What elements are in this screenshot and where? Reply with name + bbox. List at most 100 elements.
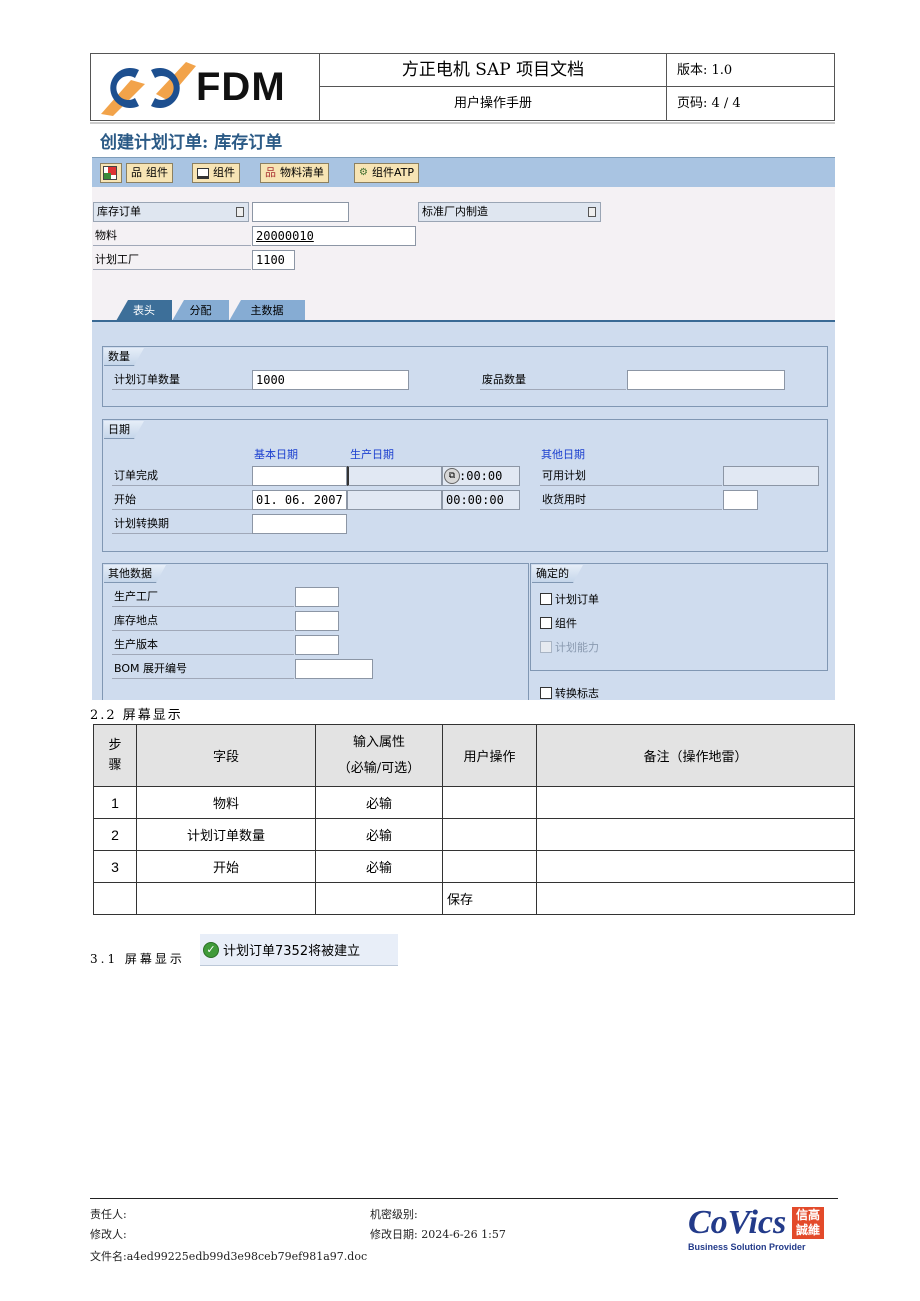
firmed-components-checkbox[interactable]: 组件 xyxy=(540,615,577,631)
toolbar-button-popup[interactable] xyxy=(100,163,122,183)
fdm-logo-text: FDM xyxy=(196,65,286,109)
toolbar-button-component-atp[interactable]: ⚙ 组件ATP xyxy=(354,163,419,183)
gr-time-input[interactable] xyxy=(723,490,758,510)
firmed-capacity-checkbox: 计划能力 xyxy=(540,639,599,655)
section-2-2-title: 2.2 屏幕显示 xyxy=(90,708,183,723)
checkbox-box[interactable] xyxy=(540,593,552,605)
cell-field xyxy=(136,882,316,915)
cell-step: 1 xyxy=(93,786,137,819)
table-header-row: 步骤 字段 输入属性 （必输/可选） 用户操作 备注（操作地雷） xyxy=(93,724,855,787)
dropdown-icon xyxy=(236,207,244,217)
firmed-planned-order-checkbox[interactable]: 计划订单 xyxy=(540,591,599,607)
covics-tagline: Business Solution Provider xyxy=(688,1242,806,1252)
production-plant-label: 生产工厂 xyxy=(112,587,294,607)
cell-field: 物料 xyxy=(136,786,316,819)
checkbox-box[interactable] xyxy=(540,617,552,629)
start-production-input[interactable] xyxy=(347,490,442,510)
order-type-label: 库存订单 xyxy=(97,205,141,218)
material-label: 物料 xyxy=(93,226,251,246)
covics-logo: CoVics 信高 誠維 Business Solution Provider xyxy=(688,1205,828,1260)
other-data-group-title: 其他数据 xyxy=(104,565,166,583)
production-version-input[interactable] xyxy=(295,635,339,655)
header-divider xyxy=(90,122,835,124)
footer-modified-date: 修改日期: 2024-6-26 1:57 xyxy=(370,1228,506,1241)
order-finish-time-input[interactable]: ⧉ :00:00 xyxy=(442,466,520,486)
plant-label: 计划工厂 xyxy=(93,250,251,270)
footer-confidentiality: 机密级别: xyxy=(370,1208,418,1221)
fdm-logo: FDM xyxy=(91,54,320,120)
storage-location-input[interactable] xyxy=(295,611,339,631)
order-finish-time-value: :00:00 xyxy=(459,469,503,483)
order-quantity-input[interactable]: 1000 xyxy=(252,370,409,390)
table-row: 1 物料 必输 xyxy=(93,786,855,819)
cell-step xyxy=(93,882,137,915)
success-check-icon: ✓ xyxy=(203,941,219,958)
toolbar-button-label: 组件 xyxy=(213,166,235,179)
cell-action: 保存 xyxy=(442,882,537,915)
conversion-date-label: 计划转换期 xyxy=(112,514,252,534)
footer-modifier: 修改人: xyxy=(90,1228,127,1241)
header-remarks: 备注（操作地雷） xyxy=(536,724,855,787)
gr-time-label: 收货用时 xyxy=(540,490,722,510)
firmed-group-title: 确定的 xyxy=(532,565,583,583)
header-field: 字段 xyxy=(136,724,316,787)
doc-subtitle: 用户操作手册 xyxy=(320,87,667,120)
cell-remarks xyxy=(536,818,855,851)
toolbar-button-components[interactable]: 品 组件 xyxy=(126,163,173,183)
conversion-flag-checkbox[interactable]: 转换标志 xyxy=(540,685,599,701)
checkbox-label: 计划订单 xyxy=(555,593,599,606)
page-number: 页码: 4 / 4 xyxy=(677,96,741,111)
footer-responsible: 责任人: xyxy=(90,1208,127,1221)
status-message: 计划订单7352将被建立 xyxy=(223,944,361,959)
order-finish-production-input[interactable] xyxy=(347,466,442,486)
toolbar-button-print-components[interactable]: 组件 xyxy=(192,163,240,183)
production-plant-input[interactable] xyxy=(295,587,339,607)
order-type-dropdown[interactable]: 库存订单 xyxy=(93,202,249,222)
checkbox-box xyxy=(540,641,552,653)
cell-action xyxy=(442,850,537,883)
tab-master-data[interactable]: 主数据 xyxy=(229,300,305,321)
hierarchy-icon: 品 xyxy=(131,166,142,179)
document-header: FDM 方正电机 SAP 项目文档 用户操作手册 版本: 1.0 页码: 4 /… xyxy=(90,53,835,121)
cell-attribute: 必输 xyxy=(315,818,443,851)
cell-field: 计划订单数量 xyxy=(136,818,316,851)
scrap-quantity-input[interactable] xyxy=(627,370,785,390)
conversion-date-input[interactable] xyxy=(252,514,347,534)
covics-seal-icon: 信高 誠維 xyxy=(792,1207,824,1239)
table-row: 3 开始 必输 xyxy=(93,850,855,883)
checkbox-box[interactable] xyxy=(540,687,552,699)
checkbox-label: 组件 xyxy=(555,617,577,630)
cell-action xyxy=(442,786,537,819)
procurement-type-label: 标准厂内制造 xyxy=(422,205,488,218)
toolbar-button-bom[interactable]: 品 物料清单 xyxy=(260,163,329,183)
material-input[interactable]: 20000010 xyxy=(252,226,416,246)
quantity-group-title: 数量 xyxy=(104,348,144,366)
toolbar-button-label: 组件ATP xyxy=(371,166,414,179)
printer-icon xyxy=(197,167,209,179)
order-number-input[interactable] xyxy=(252,202,349,222)
cell-attribute: 必输 xyxy=(315,850,443,883)
document-popup-icon xyxy=(103,166,117,180)
start-basic-input[interactable]: 01. 06. 2007 xyxy=(252,490,347,510)
footer-divider xyxy=(90,1198,838,1199)
cell-remarks xyxy=(536,786,855,819)
footer-filename: 文件名:a4ed99225edb99d3e98ceb79ef981a97.doc xyxy=(90,1250,368,1263)
production-version-label: 生产版本 xyxy=(112,635,294,655)
procurement-type-dropdown[interactable]: 标准厂内制造 xyxy=(418,202,601,222)
order-finish-basic-input[interactable] xyxy=(252,466,347,486)
table-row: 保存 xyxy=(93,882,855,915)
availability-input[interactable] xyxy=(723,466,819,486)
bom-explosion-input[interactable] xyxy=(295,659,373,679)
time-picker-icon[interactable]: ⧉ xyxy=(444,468,460,484)
toolbar-button-label: 物料清单 xyxy=(280,166,324,179)
atp-check-icon: ⚙ xyxy=(359,167,368,178)
col-production-dates: 生产日期 xyxy=(350,448,394,461)
doc-title: 方正电机 SAP 项目文档 xyxy=(320,54,667,87)
start-time-input[interactable]: 00:00:00 xyxy=(442,490,520,510)
col-other-dates: 其他日期 xyxy=(541,448,585,461)
header-user-action: 用户操作 xyxy=(442,724,537,787)
plant-input[interactable]: 1100 xyxy=(252,250,295,270)
header-input-attribute: 输入属性 （必输/可选） xyxy=(315,724,443,787)
covics-logo-text: CoVics xyxy=(688,1204,787,1241)
sap-screen-title: 创建计划订单: 库存订单 xyxy=(100,133,283,153)
